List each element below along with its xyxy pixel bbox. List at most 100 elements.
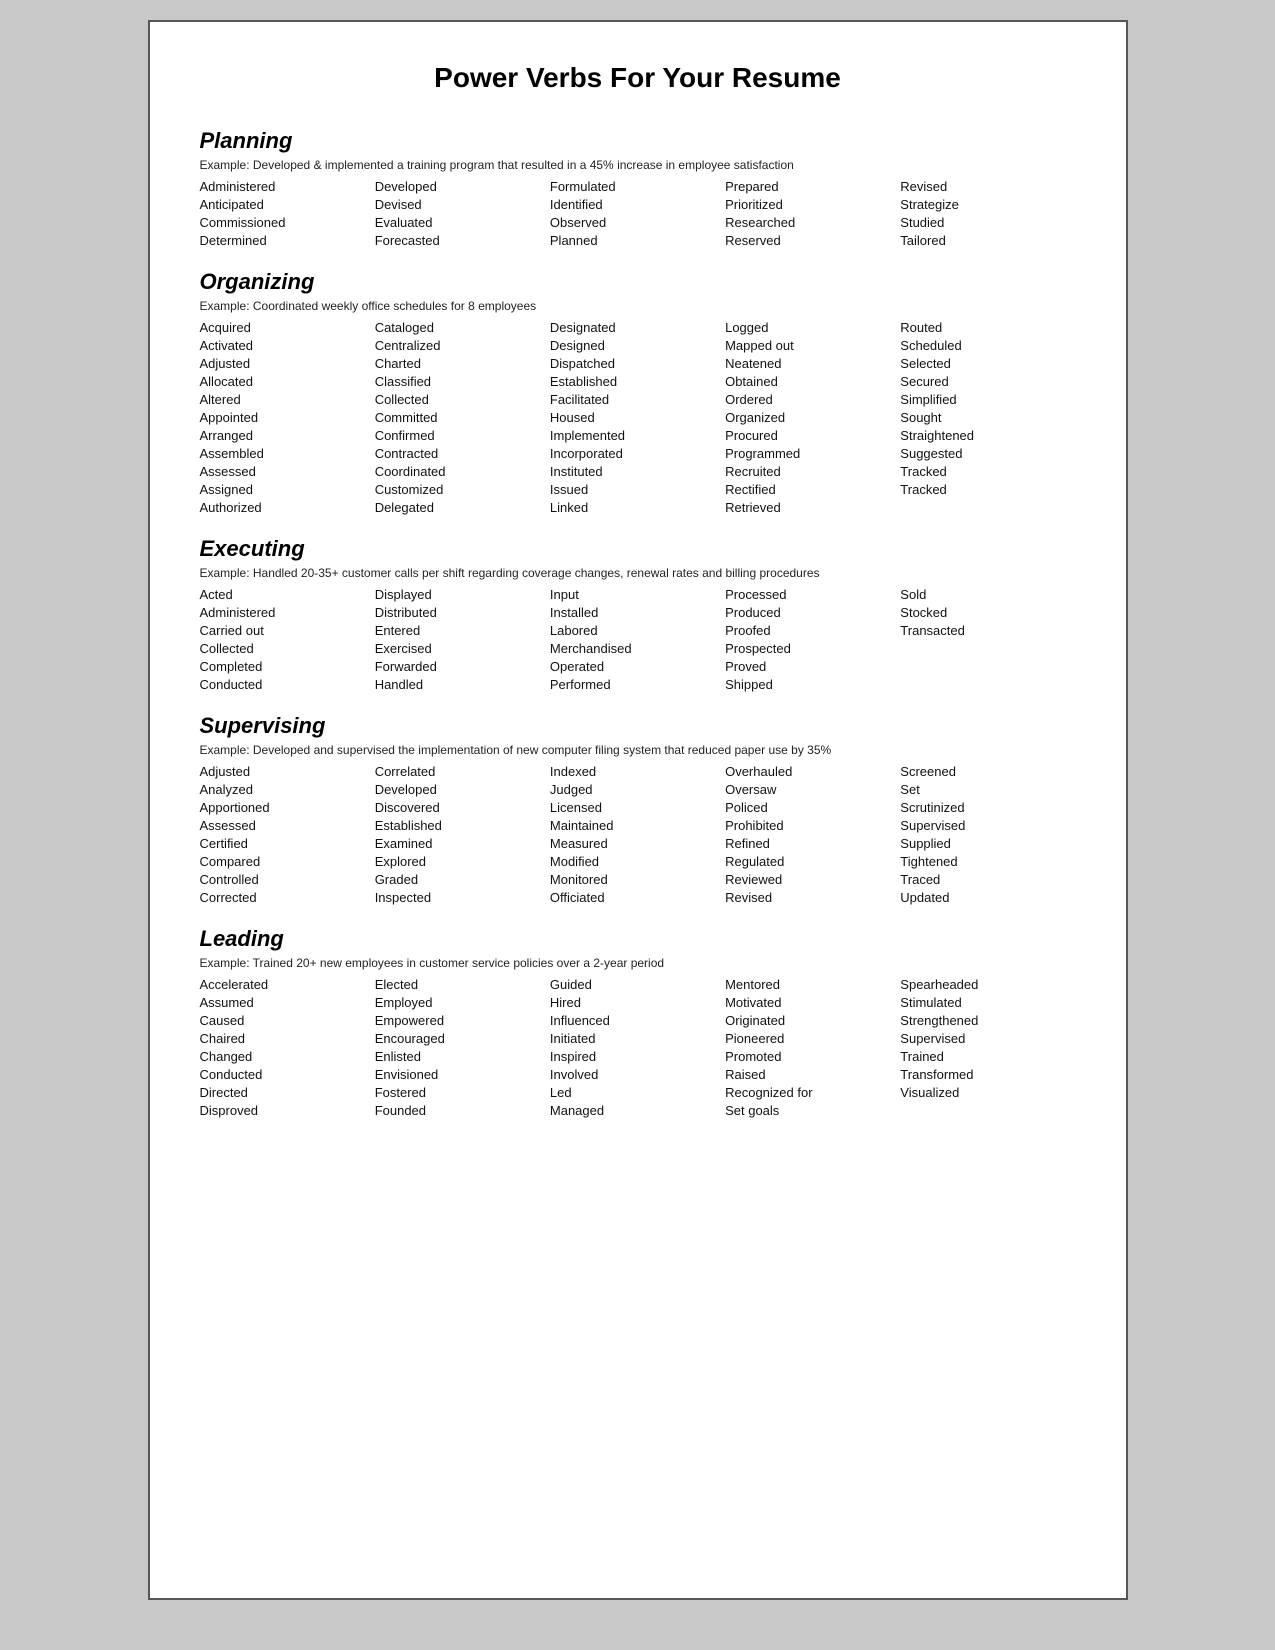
word-cell: Committed xyxy=(375,409,550,426)
word-cell: Policed xyxy=(725,799,900,816)
word-cell: Conducted xyxy=(200,1066,375,1083)
word-cell: Envisioned xyxy=(375,1066,550,1083)
word-cell: Planned xyxy=(550,232,725,249)
word-cell: Incorporated xyxy=(550,445,725,462)
word-cell: Disproved xyxy=(200,1102,375,1119)
word-cell: Trained xyxy=(900,1048,1075,1065)
word-cell: Encouraged xyxy=(375,1030,550,1047)
word-cell: Evaluated xyxy=(375,214,550,231)
word-cell: Measured xyxy=(550,835,725,852)
word-cell: Recognized for xyxy=(725,1084,900,1101)
word-cell: Assumed xyxy=(200,994,375,1011)
word-cell: Inspected xyxy=(375,889,550,906)
word-cell: Established xyxy=(550,373,725,390)
word-cell: Performed xyxy=(550,676,725,693)
word-cell: Forwarded xyxy=(375,658,550,675)
word-cell: Screened xyxy=(900,763,1075,780)
word-cell: Secured xyxy=(900,373,1075,390)
word-cell: Coordinated xyxy=(375,463,550,480)
word-cell: Traced xyxy=(900,871,1075,888)
word-cell: Allocated xyxy=(200,373,375,390)
word-cell: Supervised xyxy=(900,1030,1075,1047)
word-cell: Elected xyxy=(375,976,550,993)
word-cell: Scrutinized xyxy=(900,799,1075,816)
word-cell: Linked xyxy=(550,499,725,516)
page-title: Power Verbs For Your Resume xyxy=(200,62,1076,104)
word-cell: Spearheaded xyxy=(900,976,1075,993)
word-grid-planning: AdministeredDevelopedFormulatedPreparedR… xyxy=(200,178,1076,249)
word-cell: Inspired xyxy=(550,1048,725,1065)
word-cell: Supplied xyxy=(900,835,1075,852)
word-cell: Assigned xyxy=(200,481,375,498)
word-cell: Set xyxy=(900,781,1075,798)
word-cell: Visualized xyxy=(900,1084,1075,1101)
word-cell xyxy=(900,499,1075,516)
word-cell: Enlisted xyxy=(375,1048,550,1065)
word-cell: Overhauled xyxy=(725,763,900,780)
word-cell: Analyzed xyxy=(200,781,375,798)
word-cell: Assessed xyxy=(200,817,375,834)
word-cell: Altered xyxy=(200,391,375,408)
word-cell: Studied xyxy=(900,214,1075,231)
word-cell: Adjusted xyxy=(200,355,375,372)
word-cell: Licensed xyxy=(550,799,725,816)
word-cell: Fostered xyxy=(375,1084,550,1101)
word-cell: Administered xyxy=(200,604,375,621)
section-leading: LeadingExample: Trained 20+ new employee… xyxy=(200,926,1076,1119)
word-cell: Supervised xyxy=(900,817,1075,834)
word-cell: Acted xyxy=(200,586,375,603)
word-cell: Conducted xyxy=(200,676,375,693)
word-cell: Assessed xyxy=(200,463,375,480)
word-cell: Operated xyxy=(550,658,725,675)
word-cell: Forecasted xyxy=(375,232,550,249)
word-cell: Promoted xyxy=(725,1048,900,1065)
section-example-planning: Example: Developed & implemented a train… xyxy=(200,158,1076,172)
word-cell: Exercised xyxy=(375,640,550,657)
word-cell: Employed xyxy=(375,994,550,1011)
word-cell: Stimulated xyxy=(900,994,1075,1011)
word-cell: Indexed xyxy=(550,763,725,780)
page: Power Verbs For Your Resume PlanningExam… xyxy=(148,20,1128,1600)
word-cell: Centralized xyxy=(375,337,550,354)
section-title-executing: Executing xyxy=(200,536,1076,562)
word-cell: Reserved xyxy=(725,232,900,249)
word-cell: Sought xyxy=(900,409,1075,426)
word-grid-leading: AcceleratedElectedGuidedMentoredSpearhea… xyxy=(200,976,1076,1119)
word-cell: Recruited xyxy=(725,463,900,480)
word-cell: Involved xyxy=(550,1066,725,1083)
word-cell: Certified xyxy=(200,835,375,852)
word-cell: Dispatched xyxy=(550,355,725,372)
word-cell: Commissioned xyxy=(200,214,375,231)
section-organizing: OrganizingExample: Coordinated weekly of… xyxy=(200,269,1076,516)
word-cell: Sold xyxy=(900,586,1075,603)
word-cell: Updated xyxy=(900,889,1075,906)
word-cell: Raised xyxy=(725,1066,900,1083)
word-cell: Mentored xyxy=(725,976,900,993)
word-cell: Labored xyxy=(550,622,725,639)
word-cell: Confirmed xyxy=(375,427,550,444)
word-cell: Founded xyxy=(375,1102,550,1119)
word-cell: Revised xyxy=(900,178,1075,195)
section-title-leading: Leading xyxy=(200,926,1076,952)
word-cell: Officiated xyxy=(550,889,725,906)
word-cell: Tracked xyxy=(900,481,1075,498)
word-cell: Designed xyxy=(550,337,725,354)
word-cell: Devised xyxy=(375,196,550,213)
word-cell: Motivated xyxy=(725,994,900,1011)
word-cell: Merchandised xyxy=(550,640,725,657)
word-cell: Suggested xyxy=(900,445,1075,462)
word-cell: Obtained xyxy=(725,373,900,390)
word-cell: Completed xyxy=(200,658,375,675)
word-cell: Classified xyxy=(375,373,550,390)
word-cell: Examined xyxy=(375,835,550,852)
word-cell: Entered xyxy=(375,622,550,639)
word-cell: Hired xyxy=(550,994,725,1011)
section-supervising: SupervisingExample: Developed and superv… xyxy=(200,713,1076,906)
word-cell: Input xyxy=(550,586,725,603)
word-cell: Originated xyxy=(725,1012,900,1029)
word-cell xyxy=(900,676,1075,693)
section-title-organizing: Organizing xyxy=(200,269,1076,295)
word-cell: Contracted xyxy=(375,445,550,462)
word-cell: Processed xyxy=(725,586,900,603)
word-cell: Programmed xyxy=(725,445,900,462)
